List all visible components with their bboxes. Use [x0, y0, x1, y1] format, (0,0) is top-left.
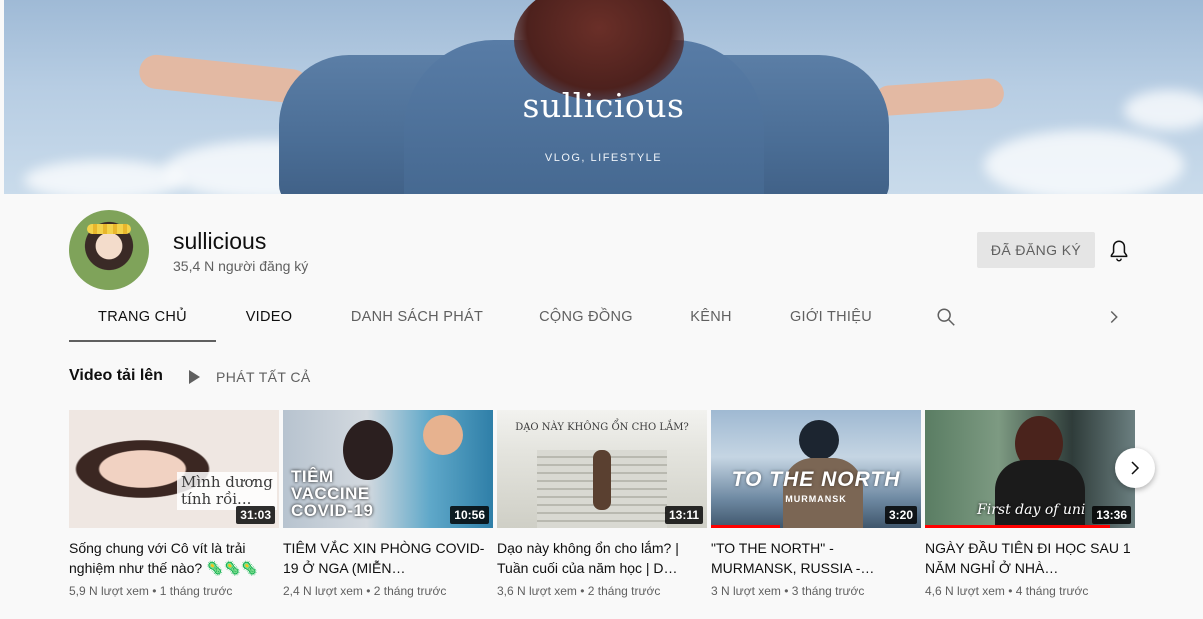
video-card[interactable]: Mình dương tính rồi... 31:03 Sống chung … [69, 410, 279, 598]
video-title[interactable]: TIÊM VẮC XIN PHÒNG COVID-19 Ở NGA (MIỄN… [283, 538, 493, 578]
video-card[interactable]: DẠO NÀY KHÔNG ỔN CHO LẮM? 13:11 Dạo này … [497, 410, 707, 598]
video-meta: 3 N lượt xem • 3 tháng trước [711, 584, 865, 598]
channel-name: sullicious [173, 228, 267, 254]
chevron-right-icon[interactable] [1103, 306, 1125, 328]
video-shelf: Mình dương tính rồi... 31:03 Sống chung … [69, 410, 1149, 610]
channel-page: sullicious VLOG, LIFESTYLE sullicious 35… [0, 0, 1203, 619]
play-all-label: PHÁT TẤT CẢ [216, 369, 311, 385]
video-thumbnail[interactable]: TIÊM VACCINE COVID-19 10:56 [283, 410, 493, 528]
video-thumbnail[interactable]: TO THE NORTH MURMANSK 3:20 [711, 410, 921, 528]
channel-banner: sullicious VLOG, LIFESTYLE [4, 0, 1203, 194]
banner-subtitle: VLOG, LIFESTYLE [544, 152, 663, 164]
video-card[interactable]: TO THE NORTH MURMANSK 3:20 "TO THE NORTH… [711, 410, 921, 598]
thumbnail-text: TIÊM VACCINE COVID-19 [291, 467, 374, 520]
tab-about[interactable]: GIỚI THIỆU [781, 294, 881, 342]
search-icon[interactable] [935, 306, 957, 328]
thumbnail-text: Mình dương tính rồi... [177, 472, 277, 510]
tab-videos[interactable]: VIDEO [232, 294, 306, 342]
uploads-section: Video tải lên PHÁT TẤT CẢ Mình dương tín… [4, 342, 1203, 619]
video-thumbnail[interactable]: First day of uni 13:36 [925, 410, 1135, 528]
video-meta: 4,6 N lượt xem • 4 tháng trước [925, 584, 1089, 598]
play-icon [189, 370, 200, 384]
bell-icon[interactable] [1106, 238, 1132, 264]
video-thumbnail[interactable]: DẠO NÀY KHÔNG ỔN CHO LẮM? 13:11 [497, 410, 707, 528]
video-title[interactable]: "TO THE NORTH" - MURMANSK, RUSSIA -… [711, 538, 921, 578]
video-duration: 13:36 [1092, 506, 1131, 524]
banner-title: sullicious [522, 86, 685, 125]
thumbnail-text: DẠO NÀY KHÔNG ỔN CHO LẮM? [515, 422, 689, 433]
tab-channels[interactable]: KÊNH [682, 294, 740, 342]
video-meta: 3,6 N lượt xem • 2 tháng trước [497, 584, 661, 598]
video-title[interactable]: NGÀY ĐẦU TIÊN ĐI HỌC SAU 1 NĂM NGHỈ Ở NH… [925, 538, 1135, 578]
video-duration: 3:20 [884, 506, 917, 524]
video-meta: 5,9 N lượt xem • 1 tháng trước [69, 584, 233, 598]
thumbnail-text: TO THE NORTH [731, 468, 901, 491]
channel-header: sullicious 35,4 N người đăng ký ĐÃ ĐĂNG … [4, 194, 1203, 342]
watch-progress [925, 525, 1110, 528]
video-title[interactable]: Dạo này không ổn cho lắm? | Tuần cuối củ… [497, 538, 707, 578]
thumbnail-subtext: MURMANSK [785, 494, 847, 504]
video-duration: 13:11 [664, 506, 703, 524]
subscriber-count: 35,4 N người đăng ký [173, 258, 309, 274]
video-duration: 31:03 [236, 506, 275, 524]
channel-tabs: TRANG CHỦ VIDEO DANH SÁCH PHÁT CỘNG ĐỒNG… [69, 294, 1149, 342]
tab-playlists[interactable]: DANH SÁCH PHÁT [344, 294, 490, 342]
tab-home[interactable]: TRANG CHỦ [69, 294, 216, 342]
video-card[interactable]: First day of uni 13:36 NGÀY ĐẦU TIÊN ĐI … [925, 410, 1135, 598]
video-duration: 10:56 [450, 506, 489, 524]
video-thumbnail[interactable]: Mình dương tính rồi... 31:03 [69, 410, 279, 528]
video-card[interactable]: TIÊM VACCINE COVID-19 10:56 TIÊM VẮC XIN… [283, 410, 493, 598]
channel-avatar[interactable] [69, 210, 149, 290]
watch-progress [711, 525, 781, 528]
thumbnail-text: First day of uni [977, 502, 1086, 518]
shelf-next-button[interactable] [1115, 448, 1155, 488]
chevron-right-icon [1131, 461, 1140, 475]
video-meta: 2,4 N lượt xem • 2 tháng trước [283, 584, 447, 598]
video-title[interactable]: Sống chung với Cô vít là trải nghiệm như… [69, 538, 279, 578]
tab-community[interactable]: CỘNG ĐỒNG [531, 294, 641, 342]
section-title: Video tải lên [69, 367, 163, 384]
subscribed-button[interactable]: ĐÃ ĐĂNG KÝ [977, 232, 1095, 268]
play-all-button[interactable]: PHÁT TẤT CẢ [189, 366, 311, 388]
